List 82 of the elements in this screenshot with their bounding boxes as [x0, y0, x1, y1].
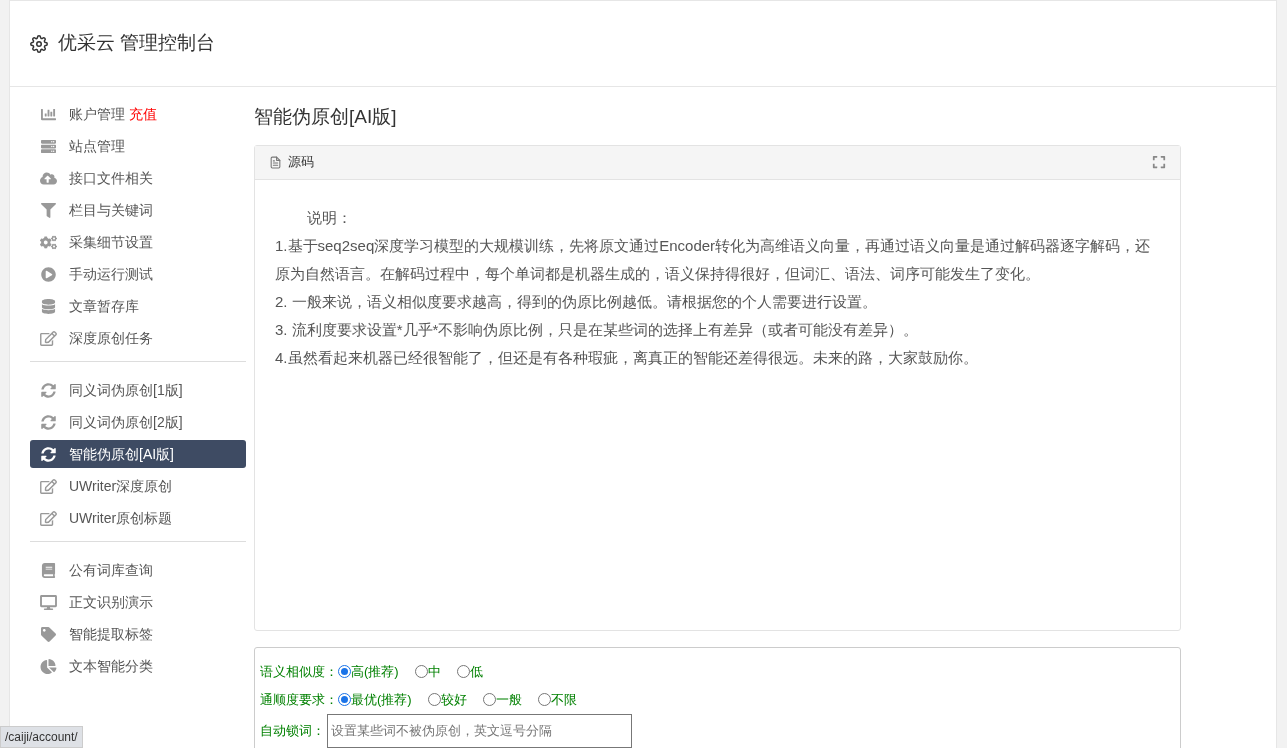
- refresh-icon: [40, 382, 57, 398]
- description-paragraph: 2. 一般来说，语义相似度要求越高，得到的伪原比例越低。请根据您的个人需要进行设置。: [275, 291, 878, 312]
- radio-button[interactable]: [338, 665, 351, 678]
- sidebar-item[interactable]: 栏目与关键词: [30, 196, 246, 224]
- sidebar-label: 文章暂存库: [69, 296, 139, 316]
- field-label: 自动锁词：: [260, 721, 325, 740]
- sidebar-label: 智能提取标签: [69, 624, 153, 644]
- cloud-upload-icon: [40, 170, 57, 186]
- sidebar-label: UWriter原创标题: [69, 508, 173, 528]
- code-file-icon: [269, 155, 282, 169]
- field-label: 语义相似度：: [260, 662, 338, 681]
- sidebar-label: 同义词伪原创[2版]: [69, 412, 183, 432]
- description-paragraph: 1.基于seq2seq深度学习模型的大规模训练，先将原文通过Encoder转化为高维语义向量，再通过语义向量是通过解码器逐字解码，还原为自然语言。在解码过程中，每个单词都是机器生成的，语义保持得很好，但词汇、语法、词序可能发生了变化。: [275, 235, 1152, 284]
- description-heading: 说明：: [306, 207, 352, 228]
- sidebar-item[interactable]: 文本智能分类: [30, 652, 246, 680]
- sidebar-label: 站点管理: [69, 136, 125, 156]
- sidebar-label: 栏目与关键词: [69, 200, 153, 220]
- sidebar-label: 文本智能分类: [69, 656, 153, 676]
- sidebar-item[interactable]: 同义词伪原创[2版]: [30, 408, 246, 436]
- sidebar-item[interactable]: 智能提取标签: [30, 620, 246, 648]
- description-paragraph: 3. 流利度要求设置*几乎*不影响伪原比例，只是在某些词的选择上有差异（或者可能没有差异）。: [275, 319, 920, 340]
- page-title: 智能伪原创[AI版]: [254, 105, 398, 129]
- sidebar-item[interactable]: 公有词库查询: [30, 556, 246, 584]
- radio-label: 低: [469, 662, 483, 681]
- sidebar-item[interactable]: 文章暂存库: [30, 292, 246, 320]
- edit-icon: [40, 510, 57, 526]
- sidebar-item[interactable]: 正文识别演示: [30, 588, 246, 616]
- sidebar-label: 账户管理: [69, 104, 125, 124]
- sidebar-label: 正文识别演示: [69, 592, 153, 612]
- recharge-link[interactable]: 充值: [129, 103, 157, 125]
- database-icon: [40, 298, 57, 314]
- sidebar-label: 同义词伪原创[1版]: [69, 380, 183, 400]
- pie-chart-icon: [40, 658, 57, 674]
- edit-icon: [40, 330, 57, 346]
- book-icon: [40, 562, 57, 578]
- bar-chart-icon: [40, 106, 57, 122]
- sidebar-item[interactable]: UWriter深度原创: [30, 472, 246, 500]
- sidebar-label: 采集细节设置: [69, 232, 153, 252]
- radio-label: 一般: [495, 690, 522, 709]
- description-paragraph: 4.虽然看起来机器已经很智能了，但还是有各种瑕疵，离真正的智能还差得很远。未来的路，大家鼓励你。: [275, 347, 979, 368]
- refresh-icon: [40, 446, 57, 462]
- sidebar-label: 手动运行测试: [69, 264, 153, 284]
- radio-button[interactable]: [482, 693, 496, 706]
- sidebar-label: 深度原创任务: [69, 328, 153, 348]
- settings-icon: [30, 34, 48, 53]
- edit-icon: [40, 478, 57, 494]
- lock-words-input[interactable]: 设置某些词不被伪原创，英文逗号分隔: [327, 713, 632, 748]
- radio-label: 较好: [440, 690, 467, 709]
- tag-icon: [40, 626, 57, 642]
- radio-label: 最优(推荐): [351, 690, 412, 709]
- sidebar-item[interactable]: 站点管理: [30, 132, 246, 160]
- monitor-icon: [40, 594, 57, 610]
- radio-button[interactable]: [456, 665, 470, 678]
- radio-button[interactable]: [414, 665, 428, 678]
- server-icon: [40, 138, 57, 154]
- radio-button[interactable]: [537, 693, 551, 706]
- sidebar-item[interactable]: 账户管理 充值: [30, 100, 246, 128]
- status-url: /caiji/account/: [0, 726, 83, 748]
- radio-button[interactable]: [427, 693, 441, 706]
- radio-label: 中: [427, 662, 441, 681]
- app-title: 优采云 管理控制台: [58, 31, 216, 56]
- field-label: 通顺度要求：: [260, 690, 338, 709]
- sidebar-item[interactable]: 手动运行测试: [30, 260, 246, 288]
- gears-icon: [40, 234, 57, 250]
- sidebar-item[interactable]: UWriter原创标题: [30, 504, 246, 532]
- radio-label: 高(推荐): [351, 662, 399, 681]
- refresh-icon: [40, 414, 57, 430]
- sidebar-item[interactable]: 接口文件相关: [30, 164, 246, 192]
- sidebar-item[interactable]: 同义词伪原创[1版]: [30, 376, 246, 404]
- filter-icon: [40, 202, 57, 218]
- play-icon: [40, 266, 57, 282]
- sidebar-item[interactable]: 采集细节设置: [30, 228, 246, 256]
- sidebar-label: 公有词库查询: [69, 560, 153, 580]
- sidebar-label: 接口文件相关: [69, 168, 153, 188]
- panel-tab[interactable]: 源码: [288, 152, 314, 172]
- sidebar-item[interactable]: 智能伪原创[AI版]: [30, 440, 246, 468]
- sidebar-label: UWriter深度原创: [69, 476, 173, 496]
- radio-button[interactable]: [338, 693, 351, 706]
- radio-label: 不限: [550, 690, 577, 709]
- sidebar-item[interactable]: 深度原创任务: [30, 324, 246, 352]
- sidebar-label: 智能伪原创[AI版]: [69, 444, 174, 464]
- fullscreen-icon[interactable]: [1152, 155, 1166, 169]
